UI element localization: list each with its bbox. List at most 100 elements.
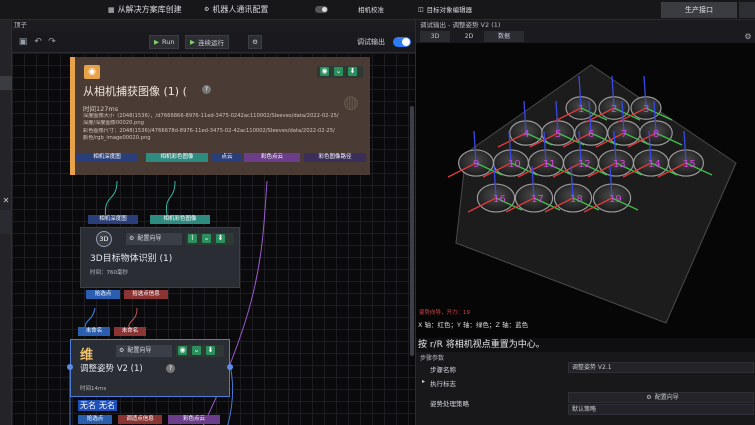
cup-index-label: 17 bbox=[531, 194, 544, 205]
adjust-pose-node[interactable]: 未命名 未命名 维 ⚙ 配置向导 ◉ ⌄ ⬇ 调整姿势 V2 (1) ? 时间14… bbox=[67, 327, 238, 425]
run-button[interactable]: ▶ Run bbox=[149, 35, 180, 49]
input-port-unnamed-1[interactable]: 未命名 bbox=[78, 327, 110, 336]
step-params: 步骤参数 步骤名称 调整姿势 V2.1 ▸ 执行标志 姿势处理策略 ⚙ 配置向导 … bbox=[416, 352, 755, 425]
chevron-down-icon[interactable]: ⌄ bbox=[202, 234, 211, 243]
output-port-adjusted-info[interactable]: 调适点信息 bbox=[118, 415, 162, 424]
chevron-down-icon[interactable]: ⌄ bbox=[192, 346, 201, 355]
cup-index-label: 7 bbox=[621, 129, 627, 140]
top-bar: ▦ 从解决方案库创建 ⚙ 机器人通讯配置 相机校准 ◫ 目标对象编辑器 生产接口 bbox=[0, 0, 755, 20]
step-name-input[interactable]: 调整姿势 V2.1 bbox=[568, 362, 754, 373]
graph-scrollbar[interactable] bbox=[410, 106, 414, 356]
continuous-run-button[interactable]: ▶ 连续运行 bbox=[185, 35, 229, 49]
settings-button[interactable]: ⚙ bbox=[248, 35, 262, 49]
save-icon[interactable]: ▣ bbox=[16, 35, 30, 49]
help-icon[interactable]: ? bbox=[166, 364, 175, 373]
gear-icon[interactable]: ⚙ bbox=[742, 30, 754, 43]
viewer-tabs: 3D 2D 数据 ⚙ bbox=[416, 30, 755, 43]
pointcloud-scene: 1 2 34 5 6 7 89 10 11 12 13 14 1516 17 18 19 bbox=[416, 43, 755, 338]
node-title: 3D目标物体识别 (1) bbox=[90, 254, 173, 264]
debug-output-switch[interactable] bbox=[393, 37, 411, 47]
output-port-depth[interactable]: 相机深度图 bbox=[76, 153, 138, 162]
robot-comm-config-button[interactable]: ⚙ 机器人通讯配置 bbox=[204, 4, 268, 15]
node-canvas[interactable]: ◉ ◉ ⌄ ⬇ 从相机捕获图像 (1) ( ? ◍ 时间127ms 深度图像大小… bbox=[12, 53, 415, 425]
pose-badge: 维 bbox=[80, 348, 94, 363]
gear-icon: ⚙ bbox=[646, 394, 652, 401]
output-port-pick-info[interactable]: 拾选点信息 bbox=[124, 290, 168, 299]
help-icon[interactable]: ? bbox=[202, 85, 211, 94]
output-port-color[interactable]: 相机彩色图像 bbox=[146, 153, 208, 162]
output-port-color-pointcloud[interactable]: 彩色点云 bbox=[244, 153, 300, 162]
param-row-exec-flag[interactable]: ▸ 执行标志 bbox=[416, 376, 755, 388]
debug-output-label: 调试输出 bbox=[357, 38, 385, 46]
close-icon[interactable]: ✕ bbox=[1, 196, 11, 206]
cup-index-label: 2 bbox=[611, 104, 617, 115]
pin-icon[interactable]: ⬇ bbox=[348, 67, 357, 76]
selection-handle[interactable] bbox=[227, 364, 233, 370]
default-strategy-select[interactable]: 默认策略 bbox=[568, 404, 754, 415]
output-port-color-image-path[interactable]: 彩色图像路径 bbox=[304, 153, 366, 162]
cup-index-label: 11 bbox=[543, 159, 556, 170]
3d-icon: 3D bbox=[96, 231, 112, 247]
create-from-library-button[interactable]: ▦ 从解决方案库创建 bbox=[108, 4, 182, 15]
cup-index-label: 12 bbox=[578, 159, 591, 170]
cup-index-label: 5 bbox=[555, 129, 561, 140]
cup-index-label: 15 bbox=[683, 159, 696, 170]
input-port-depth[interactable]: 相机深度图 bbox=[88, 215, 138, 224]
graph-header: 顶子 bbox=[12, 20, 415, 31]
chart-icon[interactable]: ⌇ bbox=[188, 234, 197, 243]
config-wizard-button[interactable]: ⚙ 配置向导 bbox=[116, 345, 172, 357]
redo-icon[interactable]: ↷ bbox=[45, 35, 59, 49]
gear-icon: ⚙ bbox=[252, 38, 258, 46]
viewer-red-overlay: 姿势向导，开力：19 bbox=[419, 310, 470, 316]
cup-index-label: 1 bbox=[578, 104, 584, 115]
cup-index-label: 8 bbox=[653, 129, 659, 140]
3d-viewer[interactable]: 1 2 3 4 5 6 7 8 9 10 11 12 13 14 15 16 17 18 19 姿势向导，开力：19… bbox=[416, 43, 755, 338]
undo-icon[interactable]: ↶ bbox=[31, 35, 45, 49]
tab-data[interactable]: 数据 bbox=[484, 31, 524, 42]
cup-index-label: 14 bbox=[648, 159, 661, 170]
camera-calibration-button[interactable]: 相机校准 bbox=[358, 4, 384, 14]
production-interface-tab[interactable]: 生产接口 bbox=[661, 2, 737, 18]
strategy-config-button[interactable]: ⚙ 配置向导 bbox=[568, 392, 754, 403]
eye-icon[interactable]: ◉ bbox=[178, 346, 187, 355]
node-info: 深度图像大小（2048(1536），/d7666866-8976-11ed-34… bbox=[83, 113, 339, 141]
cup-index-label: 3 bbox=[643, 104, 649, 115]
cup-index-label: 16 bbox=[493, 194, 506, 205]
cube-icon: ◫ bbox=[418, 5, 424, 13]
output-port-pick-point[interactable]: 拾选点 bbox=[78, 415, 112, 424]
reset-hint: 按 r/R 将相机视点重置为中心。 bbox=[416, 338, 755, 352]
input-port-unnamed-2[interactable]: 未命名 bbox=[114, 327, 146, 336]
selection-handle[interactable] bbox=[67, 364, 73, 370]
node-title: 从相机捕获图像 (1) ( bbox=[83, 85, 187, 98]
param-row-strategy: 姿势处理策略 ⚙ 配置向导 默认策略 bbox=[416, 392, 755, 422]
output-port-color-pointcloud[interactable]: 彩色点云 bbox=[168, 415, 220, 424]
pin-icon[interactable]: ⬇ bbox=[206, 346, 215, 355]
pin-icon[interactable]: ⬇ bbox=[216, 234, 225, 243]
tab-2d[interactable]: 2D bbox=[454, 31, 484, 42]
debug-output-header: 调试输出 - 调整姿势 V2 (1) bbox=[416, 20, 755, 30]
eye-icon[interactable]: ◉ bbox=[320, 67, 329, 76]
capture-image-node[interactable]: ◉ ◉ ⌄ ⬇ 从相机捕获图像 (1) ( ? ◍ 时间127ms 深度图像大小… bbox=[70, 57, 370, 175]
gear-icon: ⚙ bbox=[129, 235, 135, 242]
top-toggle[interactable] bbox=[315, 6, 328, 13]
robot-icon: ⚙ bbox=[204, 6, 210, 13]
output-port-pointcloud[interactable]: 点云 bbox=[212, 153, 242, 162]
node-time: 时间127ms bbox=[83, 105, 119, 113]
cup-index-label: 9 bbox=[473, 159, 479, 170]
chevron-down-icon[interactable]: ⌄ bbox=[334, 67, 343, 76]
axis-legend: X 轴：红色；Y 轴：绿色；Z 轴：蓝色 bbox=[418, 321, 529, 329]
config-wizard-button[interactable]: ⚙ 配置向导 bbox=[126, 233, 182, 245]
tab-3d[interactable]: 3D bbox=[420, 31, 450, 42]
output-port-pick-point[interactable]: 拾选点 bbox=[86, 290, 120, 299]
camera-watermark-icon: ◍ bbox=[343, 92, 359, 113]
grid-icon: ▦ bbox=[108, 5, 115, 14]
cup-index-label: 6 bbox=[588, 129, 594, 140]
more-tab[interactable] bbox=[739, 2, 755, 18]
sidebar-panel bbox=[0, 210, 12, 234]
target-object-editor-button[interactable]: ◫ 目标对象编辑器 bbox=[418, 4, 472, 15]
input-port-color[interactable]: 相机彩色图像 bbox=[150, 215, 210, 224]
sidebar-item[interactable] bbox=[0, 76, 12, 90]
graph-toolbar: ▣ ↶ ↷ ▶ Run ▶ 连续运行 ⚙ 调试输出 bbox=[12, 31, 415, 53]
3d-detection-node[interactable]: 相机深度图 相机彩色图像 3D ⚙ 配置向导 ⌇ ⌄ ⬇ 3D目标物体识别 (1)… bbox=[80, 215, 240, 313]
node-time: 时间：760毫秒 bbox=[90, 270, 128, 276]
